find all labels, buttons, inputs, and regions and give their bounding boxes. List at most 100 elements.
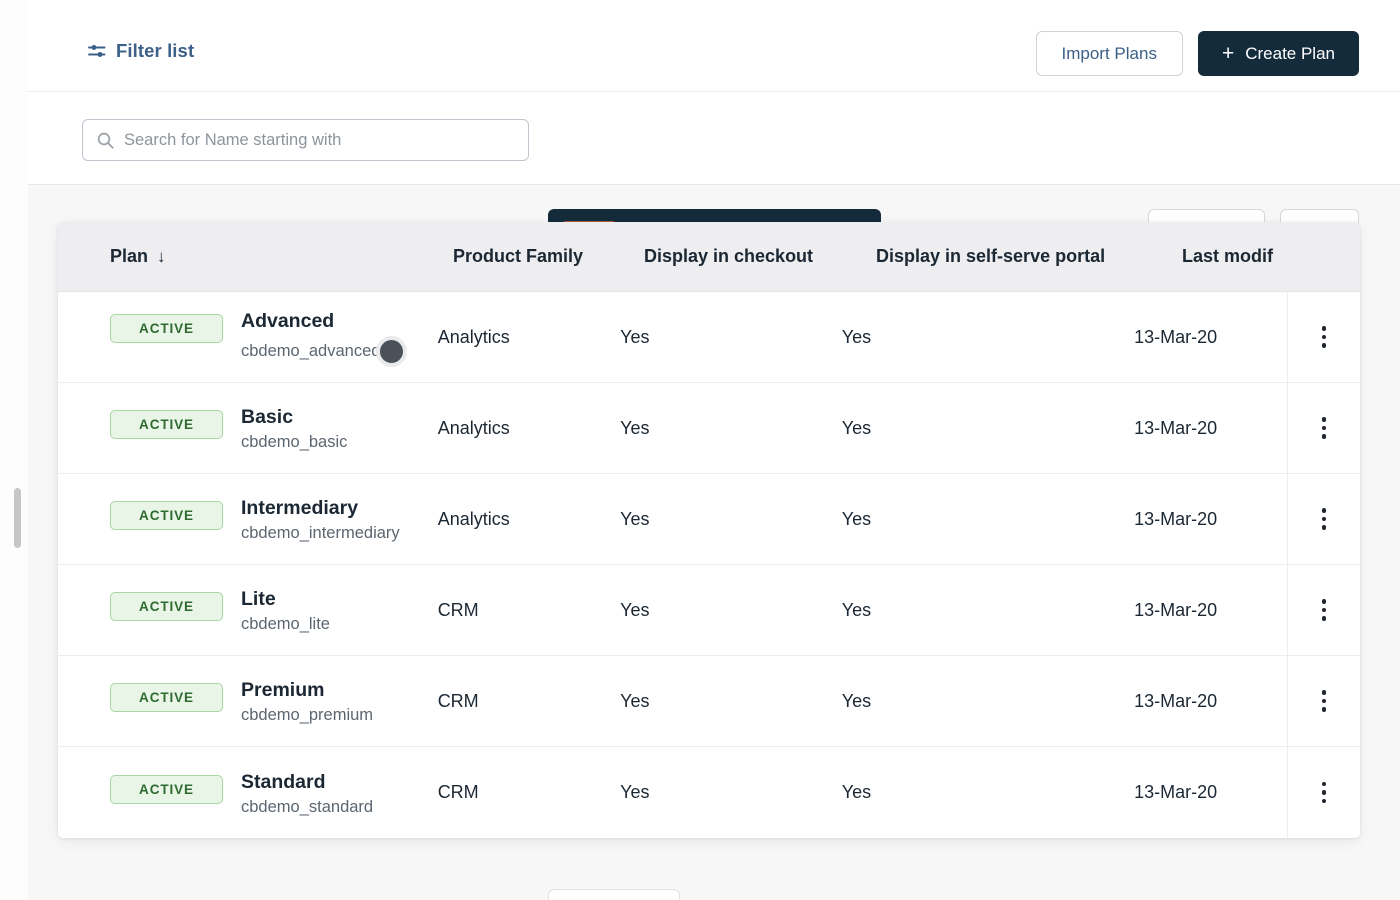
table-row[interactable]: ACTIVEStandardcbdemo_standardCRMYesYes13… xyxy=(58,747,1360,838)
cell-plan: ACTIVE Lite cbdemo_lite xyxy=(110,585,438,635)
status-badge: ACTIVE xyxy=(110,775,223,804)
plan-name[interactable]: Premium xyxy=(241,678,373,702)
import-plans-button[interactable]: Import Plans xyxy=(1036,31,1183,76)
table-row-content: ACTIVEPremiumcbdemo_premiumCRMYesYes13-M… xyxy=(58,656,1287,746)
create-plan-button[interactable]: + Create Plan xyxy=(1198,31,1359,76)
column-header-display-in-self-serve-portal[interactable]: Display in self-serve portal xyxy=(876,246,1182,267)
header-toolbar-row: BETA Generate a Pricing Page! Sort by xyxy=(0,92,1400,184)
row-actions-menu-button[interactable] xyxy=(1287,747,1360,838)
cell-display-in-checkout: Yes xyxy=(620,691,842,712)
plan-name[interactable]: Standard xyxy=(241,770,373,794)
search-icon xyxy=(97,132,114,149)
cell-display-in-checkout: Yes xyxy=(620,509,842,530)
cell-last-modified: 13-Mar-20 xyxy=(1134,600,1287,621)
cell-product-family: Analytics xyxy=(438,418,620,439)
plans-list-page: Filter list Import Plans + Create Plan xyxy=(0,0,1400,900)
status-badge: ACTIVE xyxy=(110,683,223,712)
plan-name[interactable]: Intermediary xyxy=(241,496,400,520)
cell-product-family: Analytics xyxy=(438,327,620,348)
cell-display-in-self-serve-portal: Yes xyxy=(842,327,1134,348)
kebab-menu-icon xyxy=(1322,417,1327,439)
plan-name-group: Intermediary cbdemo_intermediary xyxy=(241,496,400,544)
plus-icon: + xyxy=(1222,43,1234,64)
table-body: ACTIVEAdvancedcbdemo_advancedAnalyticsYe… xyxy=(58,292,1360,838)
page-scrollbar[interactable] xyxy=(0,0,28,900)
cell-last-modified: 13-Mar-20 xyxy=(1134,782,1287,803)
create-plan-label: Create Plan xyxy=(1245,44,1335,64)
plan-name-group: Advanced cbdemo_advanced xyxy=(241,309,407,367)
table-row[interactable]: ACTIVE Intermediary cbdemo_intermediary Ana… xyxy=(58,474,1360,565)
cell-display-in-self-serve-portal: Yes xyxy=(842,509,1134,530)
cell-display-in-self-serve-portal: Yes xyxy=(842,691,1134,712)
table-row-content: ACTIVEBasiccbdemo_basicAnalyticsYesYes13… xyxy=(58,383,1287,473)
plan-name-group: Premium cbdemo_premium xyxy=(241,678,373,726)
plan-name-group: Lite cbdemo_lite xyxy=(241,587,330,635)
cell-plan: ACTIVE Advanced cbdemo_advanced xyxy=(110,307,438,367)
cell-plan: ACTIVE Intermediary cbdemo_intermediary xyxy=(110,494,438,544)
column-header-plan[interactable]: Plan ↓ xyxy=(110,246,453,267)
row-actions-menu-button[interactable] xyxy=(1287,656,1360,746)
filter-list-button[interactable]: Filter list xyxy=(88,40,194,62)
column-header-product-family[interactable]: Product Family xyxy=(453,246,644,267)
plan-id-line: cbdemo_advanced xyxy=(241,336,407,367)
cell-display-in-checkout: Yes xyxy=(620,418,842,439)
table-row-content: ACTIVE Advanced cbdemo_advanced Analytics Ye… xyxy=(58,292,1287,382)
table-row-content: ACTIVELitecbdemo_liteCRMYesYes13-Mar-20 xyxy=(58,565,1287,655)
plan-id: cbdemo_intermediary xyxy=(241,523,400,544)
status-badge: ACTIVE xyxy=(110,410,223,439)
plan-id-line: cbdemo_lite xyxy=(241,614,330,635)
status-badge: ACTIVE xyxy=(110,314,223,343)
cell-last-modified: 13-Mar-20 xyxy=(1134,509,1287,530)
row-actions-menu-button[interactable] xyxy=(1287,474,1360,564)
cell-display-in-checkout: Yes xyxy=(620,782,842,803)
kebab-menu-icon xyxy=(1322,782,1327,804)
table-row[interactable]: ACTIVEPremiumcbdemo_premiumCRMYesYes13-M… xyxy=(58,656,1360,747)
cell-plan: ACTIVE Basic cbdemo_basic xyxy=(110,403,438,453)
table-row[interactable]: ACTIVEBasiccbdemo_basicAnalyticsYesYes13… xyxy=(58,383,1360,474)
search-box[interactable] xyxy=(82,119,529,161)
kebab-menu-icon xyxy=(1322,599,1327,621)
cell-product-family: Analytics xyxy=(438,509,620,530)
table-row[interactable]: ACTIVE Advanced cbdemo_advanced Analytics Ye… xyxy=(58,292,1360,383)
plan-id-line: cbdemo_premium xyxy=(241,705,373,726)
page-header: Filter list Import Plans + Create Plan xyxy=(0,0,1400,185)
cell-display-in-checkout: Yes xyxy=(620,600,842,621)
header-action-buttons: Import Plans + Create Plan xyxy=(1036,31,1359,76)
row-actions-menu-button[interactable] xyxy=(1287,565,1360,655)
status-badge: ACTIVE xyxy=(110,592,223,621)
column-header-display-in-checkout[interactable]: Display in checkout xyxy=(644,246,876,267)
plan-name[interactable]: Lite xyxy=(241,587,330,611)
column-header-last-modified[interactable]: Last modif xyxy=(1182,246,1342,267)
cell-last-modified: 13-Mar-20 xyxy=(1134,691,1287,712)
cell-display-in-self-serve-portal: Yes xyxy=(842,600,1134,621)
plan-id: cbdemo_standard xyxy=(241,797,373,818)
row-actions-menu-button[interactable] xyxy=(1287,383,1360,473)
cell-display-in-self-serve-portal: Yes xyxy=(842,418,1134,439)
table-row-content: ACTIVEStandardcbdemo_standardCRMYesYes13… xyxy=(58,747,1287,838)
column-header-plan-label: Plan xyxy=(110,246,148,267)
table-row-content: ACTIVE Intermediary cbdemo_intermediary Ana… xyxy=(58,474,1287,564)
load-more-button[interactable] xyxy=(548,889,680,900)
cell-last-modified: 13-Mar-20 xyxy=(1134,418,1287,439)
cursor-indicator xyxy=(376,336,407,367)
search-input[interactable] xyxy=(124,131,514,150)
plan-id-line: cbdemo_basic xyxy=(241,432,347,453)
table-row[interactable]: ACTIVELitecbdemo_liteCRMYesYes13-Mar-20 xyxy=(58,565,1360,656)
plan-id: cbdemo_advanced xyxy=(241,341,380,362)
status-badge: ACTIVE xyxy=(110,501,223,530)
plan-id: cbdemo_lite xyxy=(241,614,330,635)
plan-id-line: cbdemo_standard xyxy=(241,797,373,818)
plans-table-card: Plan ↓ Product Family Display in checkou… xyxy=(58,222,1360,838)
page-scrollbar-thumb[interactable] xyxy=(14,488,21,548)
cell-product-family: CRM xyxy=(438,691,620,712)
sort-descending-icon: ↓ xyxy=(157,247,166,267)
filter-sliders-icon xyxy=(88,42,106,60)
kebab-menu-icon xyxy=(1322,508,1327,530)
plan-name[interactable]: Basic xyxy=(241,405,347,429)
row-actions-menu-button[interactable] xyxy=(1287,292,1360,382)
plan-name[interactable]: Advanced xyxy=(241,309,407,333)
cell-plan: ACTIVE Standard cbdemo_standard xyxy=(110,768,438,818)
kebab-menu-icon xyxy=(1322,326,1327,348)
cell-last-modified: 13-Mar-20 xyxy=(1134,327,1287,348)
cell-plan: ACTIVE Premium cbdemo_premium xyxy=(110,676,438,726)
